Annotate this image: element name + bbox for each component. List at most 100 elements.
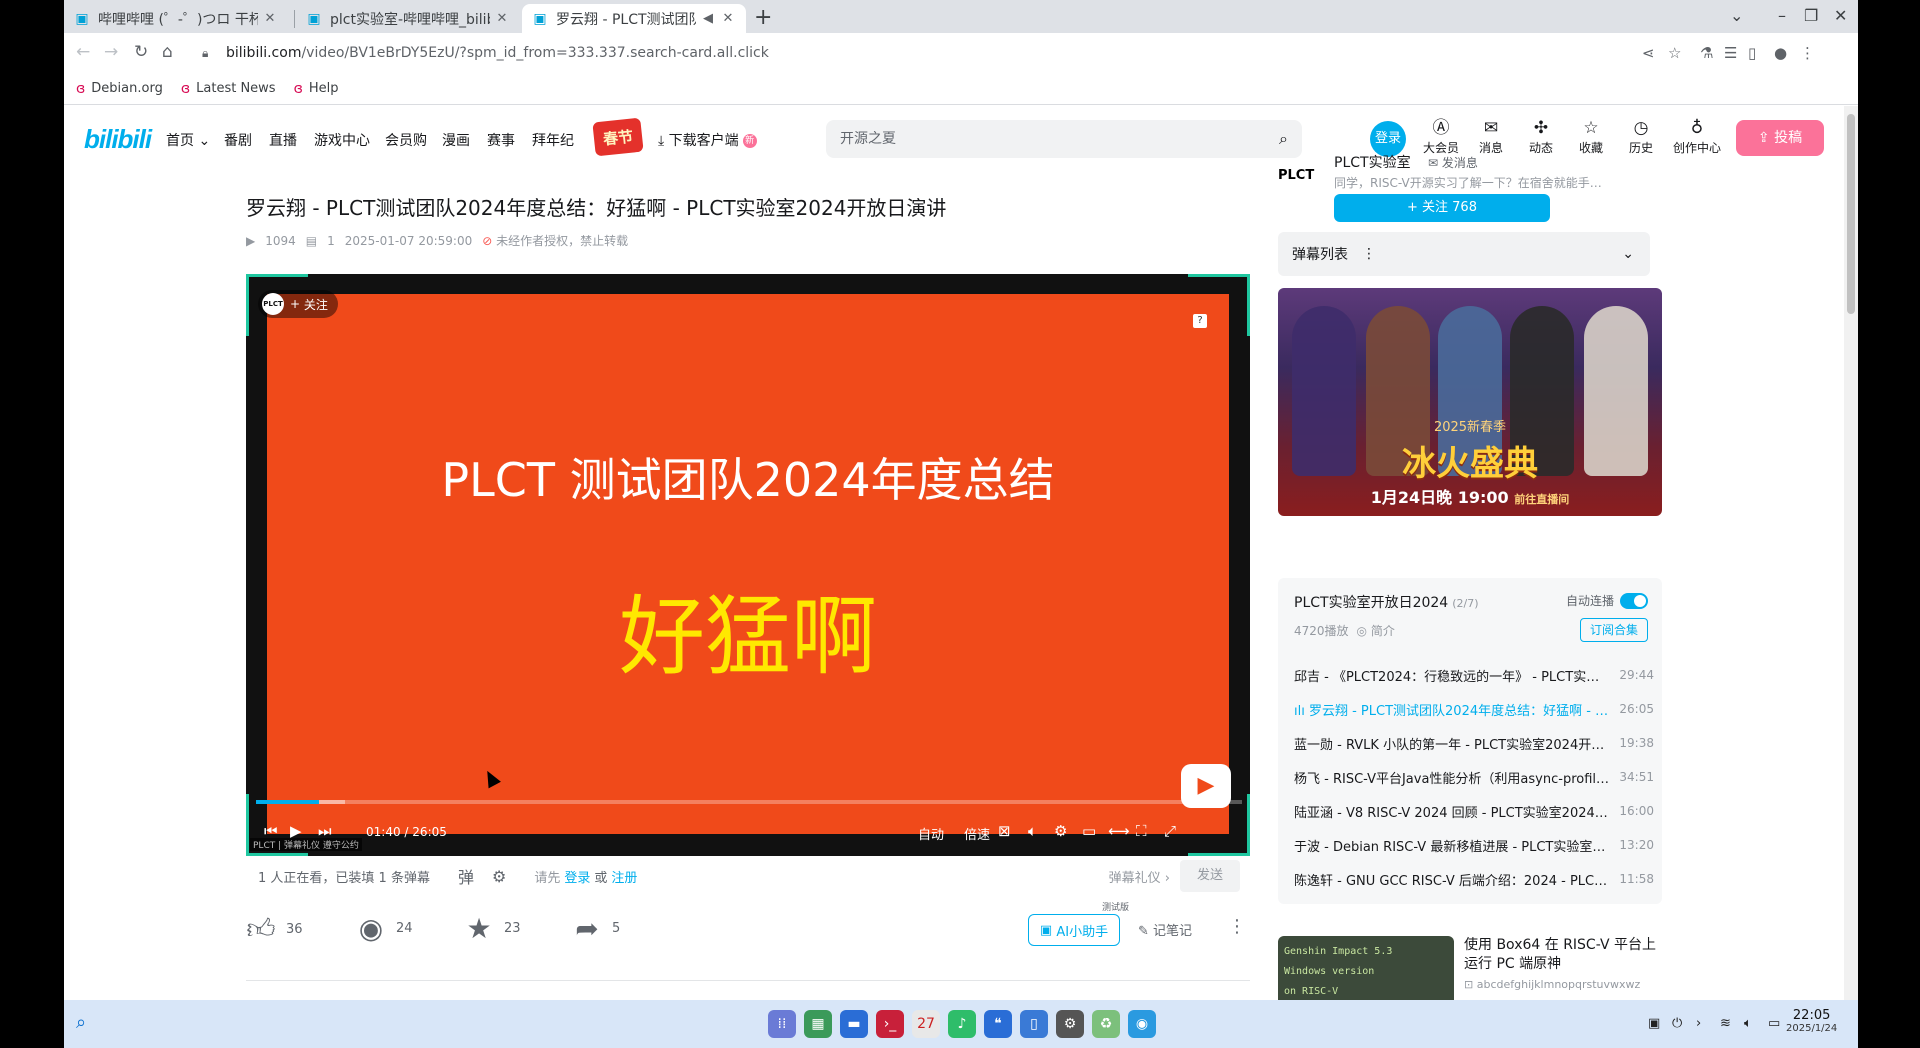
live-event-banner[interactable]: 2025新春季 冰火盛典 1月24日晚 19:00 前往直播间 (1278, 288, 1662, 516)
reload-icon[interactable]: ↻ (134, 42, 148, 62)
page-scrollbar[interactable] (1844, 106, 1858, 1000)
menu-kebab-icon[interactable]: ⋮ (1800, 44, 1815, 62)
nav-esports[interactable]: 赛事 (487, 130, 515, 150)
danmaku-list-toggle[interactable]: 弹幕列表 ⋮ ⌄ (1278, 232, 1650, 276)
header-creator-center[interactable]: ♁ 创作中心 (1668, 118, 1726, 156)
tab-current-video[interactable]: ▣ 罗云翔 - PLCT测试团队 ◀ ✕ (522, 4, 746, 33)
follow-button[interactable]: + 关注 768 (1334, 194, 1550, 222)
tab-search-icon[interactable]: ⌄ (1730, 6, 1743, 25)
web-fullscreen-icon[interactable]: ⛶ (1136, 822, 1147, 840)
ai-helper-button[interactable]: ▣ AI小助手 (1028, 914, 1120, 946)
side-panel-icon[interactable]: ▯ (1748, 44, 1756, 62)
power-icon[interactable]: ⏻ (1672, 1016, 1682, 1031)
restore-icon[interactable]: ❐ (1804, 6, 1818, 25)
calendar-icon[interactable]: 27 (912, 1010, 940, 1038)
video-player[interactable]: PLCT 测试团队2024年度总结 好猛啊 ? ▶ PLCT + 关注 ⏮ ▶ … (246, 274, 1250, 856)
coin-button[interactable]: ◉ 24 (356, 912, 413, 945)
settings-gear-icon[interactable]: ⚙ (1054, 822, 1067, 840)
progress-bar[interactable] (256, 800, 1242, 804)
danmaku-settings-icon[interactable]: ⚙ (492, 867, 506, 886)
audio-playing-icon[interactable]: ◀ (700, 11, 716, 26)
subscribe-collection-button[interactable]: 订阅合集 (1580, 618, 1648, 642)
header-dynamics[interactable]: ✣ 动态 (1518, 118, 1564, 156)
tab-plct-space[interactable]: ▣ plct实验室-哔哩哔哩_bilibili ✕ (296, 4, 520, 33)
collection-title[interactable]: PLCT实验室开放日2024 (2/7) (1294, 592, 1479, 612)
player-follow-tag[interactable]: PLCT + 关注 (258, 290, 338, 318)
forward-icon[interactable]: → (104, 42, 118, 62)
upload-button[interactable]: ⇪ 投稿 (1736, 120, 1824, 156)
more-kebab-icon[interactable]: ⋮ (1228, 916, 1246, 937)
nav-manga[interactable]: 漫画 (442, 130, 470, 150)
close-icon[interactable]: ✕ (262, 11, 278, 26)
send-danmaku-button[interactable]: 发送 (1180, 860, 1240, 892)
bilibili-logo[interactable]: bilibili (84, 124, 152, 155)
nav-mall[interactable]: 会员购 (385, 130, 427, 150)
recommended-title[interactable]: 使用 Box64 在 RISC-V 平台上运行 PC 端原神 (1464, 936, 1660, 974)
nav-live[interactable]: 直播 (269, 130, 297, 150)
bookmark-help[interactable]: ɞ Help (294, 81, 339, 97)
bookmark-latest-news[interactable]: ɞ Latest News (181, 81, 276, 97)
home-icon[interactable]: ⌂ (162, 42, 173, 62)
address-bar[interactable]: 🔒︎ bilibili.com/video/BV1eBrDY5EzU/?spm_… (190, 37, 1710, 69)
wifi-icon[interactable]: ≋ (1720, 1016, 1731, 1031)
settings-gear-icon[interactable]: ⚙ (1056, 1010, 1084, 1038)
episode-item[interactable]: 陆亚涵 - V8 RISC-V 2024 回顾 - PLCT实验室2024开放日… (1294, 794, 1654, 828)
reading-list-icon[interactable]: ☰ (1724, 44, 1737, 62)
scrollbar-thumb[interactable] (1847, 114, 1855, 314)
profile-icon[interactable]: ● (1774, 44, 1787, 62)
speed-button[interactable]: 倍速 (964, 824, 990, 843)
send-message-link[interactable]: ✉ 发消息 (1428, 154, 1478, 171)
quality-button[interactable]: 自动 (918, 824, 944, 843)
tab-bilibili-home[interactable]: ▣ 哔哩哔哩 (゜-゜)つロ 干杯~ ✕ (64, 4, 288, 33)
new-tab-button[interactable]: + (754, 5, 772, 30)
window-close-icon[interactable]: ✕ (1834, 6, 1847, 25)
search-icon[interactable]: ⌕ (1279, 129, 1288, 149)
search-input[interactable] (840, 131, 1280, 147)
like-button[interactable]: 👍︎ 36 (246, 912, 302, 946)
more-kebab-icon[interactable]: ⋮ (1362, 246, 1376, 262)
devices-icon[interactable]: ▯ (1020, 1010, 1048, 1038)
tray-app-icon[interactable]: ▣ (1648, 1016, 1660, 1031)
share-icon[interactable]: ⋖ (1642, 44, 1655, 62)
episode-item[interactable]: 蓝一勋 - RVLK 小队的第一年 - PLCT实验室2024开放日演讲 19:3… (1294, 726, 1654, 760)
recommended-uploader[interactable]: ⊡ abcdefghijklmnopqrstuvwxwz (1464, 978, 1640, 991)
bookmark-star-icon[interactable]: ☆ (1668, 44, 1681, 62)
nav-home[interactable]: 首页 ⌄ (166, 130, 210, 150)
bookmark-debian[interactable]: ɞ Debian.org (76, 81, 163, 97)
close-icon[interactable]: ✕ (494, 11, 510, 26)
header-messages[interactable]: ✉ 消息 (1468, 118, 1514, 156)
minimize-icon[interactable]: – (1778, 6, 1786, 25)
intro-link[interactable]: ◎ 简介 (1357, 624, 1395, 638)
fullscreen-icon[interactable]: ⤢ (1164, 822, 1176, 840)
episode-item[interactable]: 邱吉 - 《PLCT2024：行稳致远的一年》 - PLCT实验室2024开放日… (1294, 658, 1654, 692)
arrow-icon[interactable]: › (1696, 1016, 1701, 1031)
notes-button[interactable]: ✎ 记笔记 (1138, 920, 1192, 939)
recommended-video[interactable]: Genshin Impact 5.3 Windows version on RI… (1278, 936, 1662, 1000)
close-icon[interactable]: ✕ (720, 11, 736, 26)
chat-icon[interactable]: ❝ (984, 1010, 1012, 1038)
danmaku-etiquette-link[interactable]: 弹幕礼仪 › (1109, 867, 1170, 886)
header-favorites[interactable]: ☆ 收藏 (1568, 118, 1614, 156)
nav-new-year[interactable]: 拜年纪 (532, 130, 574, 150)
pip-icon[interactable]: ▭ (1082, 822, 1096, 840)
extension-flask-icon[interactable]: ⚗ (1700, 44, 1713, 62)
file-manager-icon[interactable]: ▬ (840, 1010, 868, 1038)
episode-item[interactable]: 陈逸轩 - GNU GCC RISC-V 后端介绍：2024 - PLCT实验室… (1294, 862, 1654, 896)
back-icon[interactable]: ← (76, 42, 90, 62)
subtitle-off-icon[interactable]: ⊠ (998, 822, 1011, 840)
chrome-icon[interactable]: ◉ (1128, 1010, 1156, 1038)
search-icon[interactable]: ⌕ (76, 1012, 86, 1033)
register-link[interactable]: 注册 (611, 867, 637, 886)
danmaku-toggle-icon[interactable]: 弹 (458, 864, 474, 888)
autoplay-toggle[interactable]: 自动连播 (1566, 592, 1648, 609)
episode-item[interactable]: 于波 - Debian RISC-V 最新移植进展 - PLCT实验室2024开… (1294, 828, 1654, 862)
header-history[interactable]: ◷ 历史 (1618, 118, 1664, 156)
spring-festival-banner[interactable]: 春节 (592, 117, 644, 157)
share-button[interactable]: ➦ 5 (572, 912, 620, 945)
clock[interactable]: 22:05 2025/1/24 (1786, 1008, 1837, 1034)
favorite-button[interactable]: ★ 23 (464, 912, 520, 945)
help-icon[interactable]: ? (1193, 314, 1207, 328)
battery-icon[interactable]: ▭ (1768, 1016, 1780, 1031)
toggle-switch[interactable] (1620, 592, 1648, 609)
volume-icon[interactable]: 🔈︎ (1028, 822, 1037, 840)
